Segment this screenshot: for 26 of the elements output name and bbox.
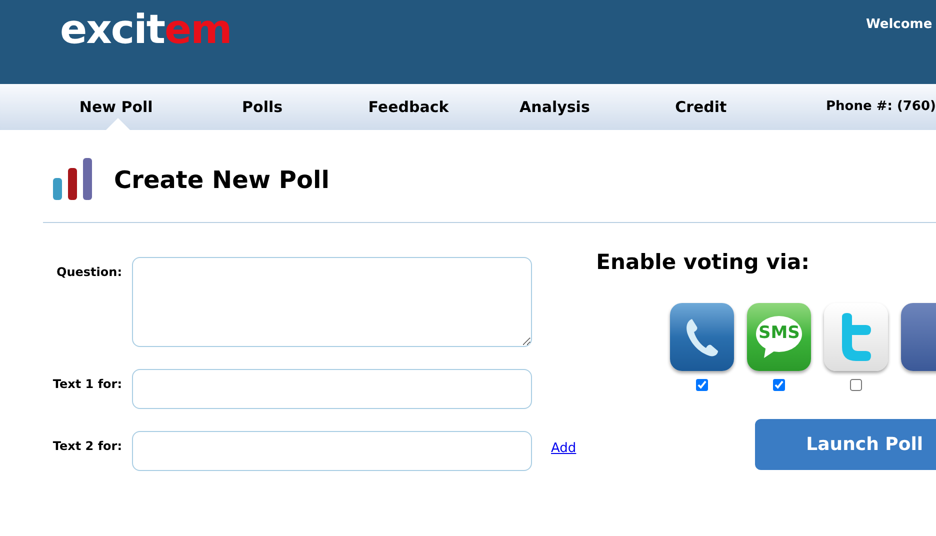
voting-heading: Enable voting via: (596, 249, 811, 276)
field-label: Text 2 for: (52, 438, 123, 455)
bar-chart-icon (52, 158, 94, 202)
nav-tab[interactable]: Analysis (482, 84, 628, 130)
nav-tab[interactable]: Feedback (335, 84, 482, 130)
nav-tab[interactable]: New Poll (43, 84, 190, 130)
t-letter-icon (824, 302, 888, 370)
nav-tab[interactable]: Credit (628, 84, 774, 130)
selected-pointer-icon (106, 118, 130, 130)
channel-checkbox[interactable] (850, 378, 862, 390)
welcome-text: Welcome (866, 16, 932, 34)
field-label: Text 1 for: (52, 376, 123, 393)
launch-poll-button[interactable]: Launch Poll (755, 418, 936, 470)
field-label: Question: (56, 264, 123, 281)
channel-checkbox[interactable] (773, 378, 786, 390)
page-title: Create New Poll (114, 165, 330, 196)
sms-icon: SMS (747, 302, 812, 370)
add-link[interactable]: Add (551, 439, 576, 458)
phone-icon (670, 302, 734, 370)
channel-checkbox[interactable] (696, 378, 708, 390)
logo[interactable]: excitem (60, 10, 232, 50)
text-input-field[interactable] (132, 369, 532, 409)
question-field[interactable] (132, 257, 532, 347)
phone-number: Phone #: (760) (826, 98, 936, 116)
nav-tab[interactable]: Polls (189, 84, 336, 130)
text-input-field[interactable] (132, 431, 532, 471)
